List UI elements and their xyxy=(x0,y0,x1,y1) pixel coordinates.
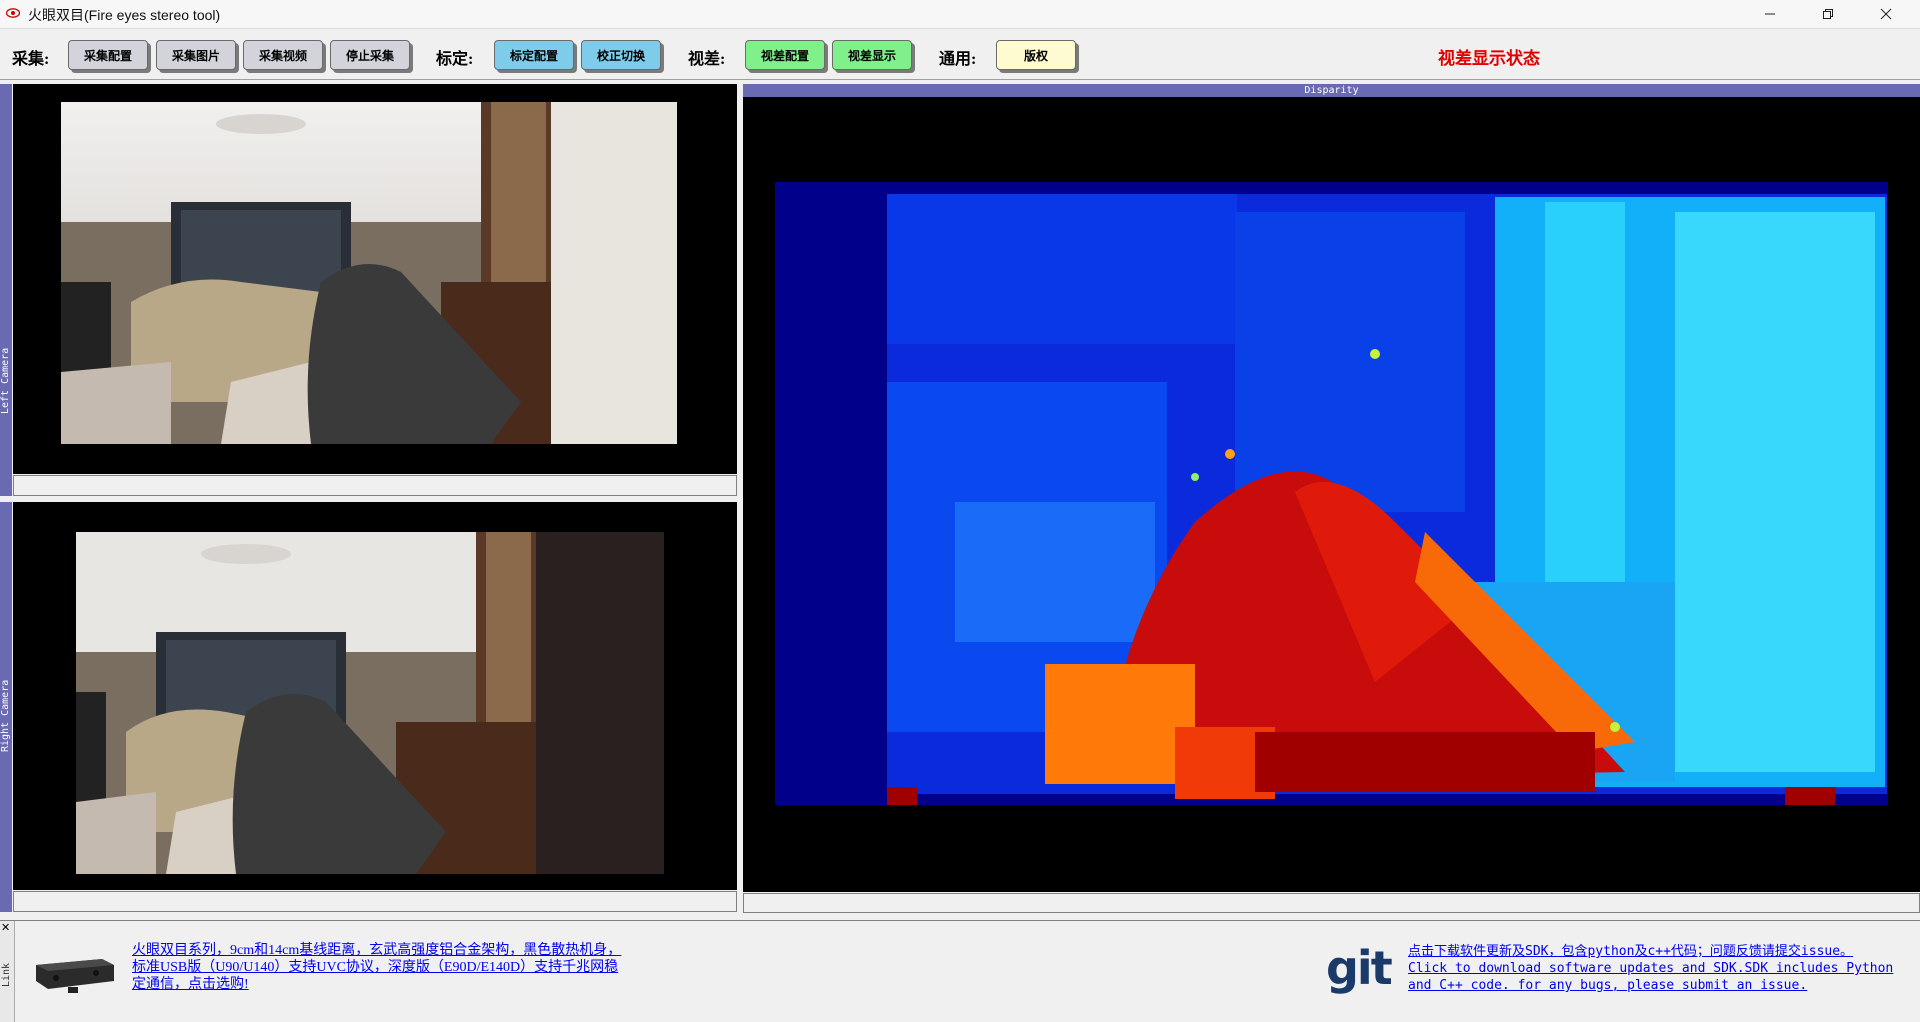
right-camera-footer xyxy=(13,891,737,912)
capture-video-button[interactable]: 采集视频 xyxy=(243,40,323,70)
toolbar: 采集: 采集配置 采集图片 采集视频 停止采集 标定: 标定配置 校正切换 视差… xyxy=(0,29,1920,80)
left-camera-footer xyxy=(13,475,737,496)
title-bar: 火眼双目(Fire eyes stereo tool) xyxy=(0,0,1920,29)
calibration-group-label: 标定: xyxy=(436,51,474,68)
stereo-camera-product-image[interactable] xyxy=(30,951,118,995)
close-icon xyxy=(1880,8,1892,20)
restore-button[interactable] xyxy=(1800,0,1856,28)
download-link[interactable]: 点击下载软件更新及SDK，包含python及c++代码；问题反馈请提交issue… xyxy=(1408,943,1916,994)
link-tab[interactable]: ✕ Link xyxy=(0,921,15,1022)
right-camera-image xyxy=(76,532,664,874)
left-camera-side-label: Left Camera xyxy=(0,84,12,496)
right-camera-side-label: Right Camera xyxy=(0,502,12,912)
git-logo[interactable]: git xyxy=(1326,943,1393,993)
disparity-group-label: 视差: xyxy=(688,51,726,68)
left-camera-image xyxy=(61,102,677,444)
disparity-show-button[interactable]: 视差显示 xyxy=(832,40,912,70)
rectify-toggle-button[interactable]: 校正切换 xyxy=(581,40,661,70)
minimize-button[interactable] xyxy=(1742,0,1798,28)
disparity-view xyxy=(743,97,1920,892)
stop-capture-button[interactable]: 停止采集 xyxy=(330,40,410,70)
general-group-label: 通用: xyxy=(939,51,977,68)
right-camera-view xyxy=(13,502,737,890)
link-tab-label: Link xyxy=(1,962,12,987)
disparity-config-button[interactable]: 视差配置 xyxy=(745,40,825,70)
capture-group-label: 采集: xyxy=(12,51,50,68)
close-mark[interactable]: ✕ xyxy=(1,921,10,934)
close-button[interactable] xyxy=(1858,0,1914,28)
disparity-header: Disparity xyxy=(743,84,1920,97)
calibration-config-button[interactable]: 标定配置 xyxy=(494,40,574,70)
left-camera-view xyxy=(13,84,737,474)
status-text: 视差显示状态 xyxy=(1438,49,1540,68)
download-link-en[interactable]: Click to download software updates and S… xyxy=(1408,960,1916,994)
disparity-footer xyxy=(743,893,1920,913)
promo-bar: ✕ Link 火眼双目系列，9cm和14cm基线距离，玄武高强度铝合金架构，黑色… xyxy=(0,920,1920,1022)
window-title: 火眼双目(Fire eyes stereo tool) xyxy=(28,7,221,23)
disparity-map-image xyxy=(775,182,1888,805)
capture-image-button[interactable]: 采集图片 xyxy=(156,40,236,70)
download-link-cn[interactable]: 点击下载软件更新及SDK，包含python及c++代码；问题反馈请提交issue… xyxy=(1408,943,1916,960)
product-link[interactable]: 火眼双目系列，9cm和14cm基线距离，玄武高强度铝合金架构，黑色散热机身，标准… xyxy=(132,942,632,993)
minimize-icon xyxy=(1765,13,1775,15)
capture-config-button[interactable]: 采集配置 xyxy=(68,40,148,70)
copyright-button[interactable]: 版权 xyxy=(996,40,1076,70)
restore-icon xyxy=(1823,9,1833,19)
eye-icon xyxy=(6,8,20,18)
